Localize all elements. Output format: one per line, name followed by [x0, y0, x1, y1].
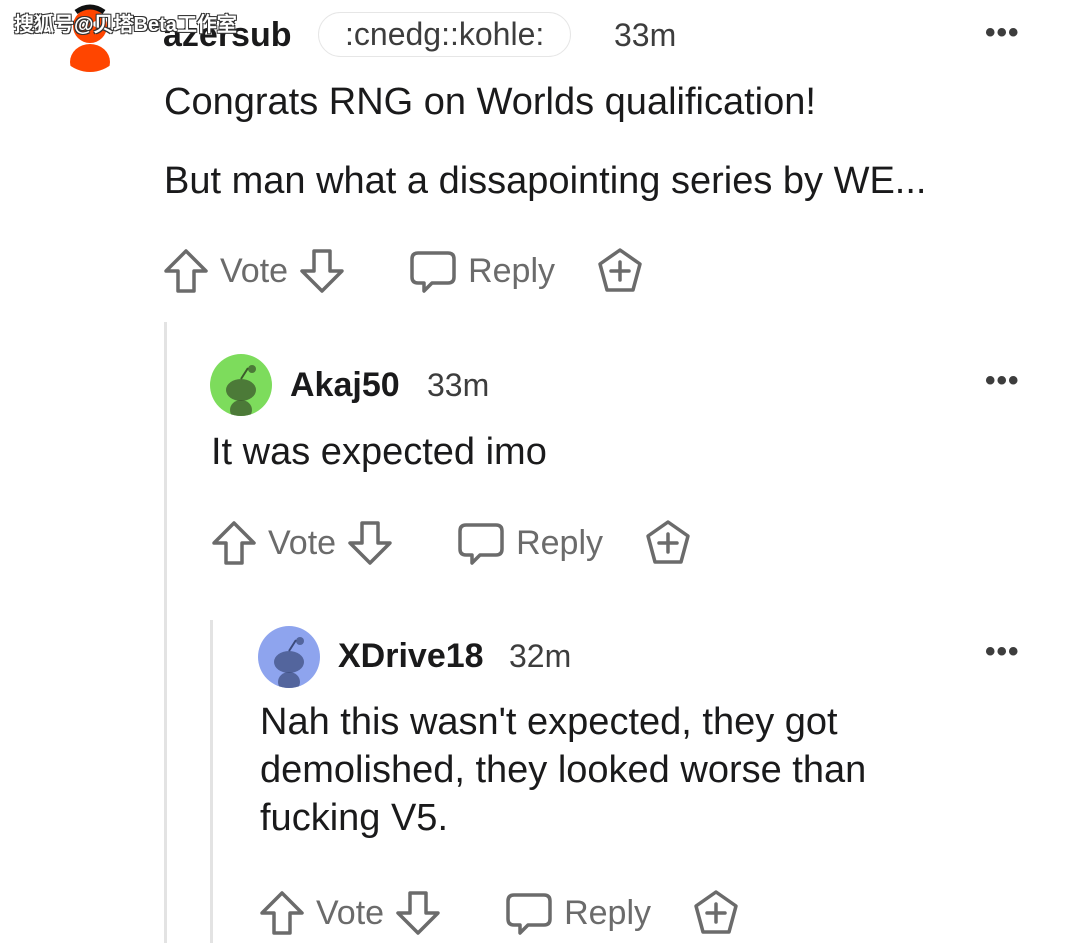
snoo-avatar-icon [226, 365, 256, 416]
award-plus-icon [694, 890, 738, 934]
downvote-button[interactable] [346, 519, 394, 567]
downvote-button[interactable] [394, 889, 442, 937]
upvote-arrow-icon [212, 521, 256, 565]
comment-actions: Vote Reply [162, 246, 645, 296]
comment-body-line: It was expected imo [211, 431, 547, 473]
vote-label: Vote [268, 523, 337, 562]
upvote-arrow-icon [164, 249, 208, 293]
more-options-button[interactable]: ••• [985, 635, 1020, 669]
upvote-button[interactable] [258, 889, 306, 937]
user-flair: :cnedg::kohle: [318, 12, 572, 57]
comment-actions: Vote Reply [258, 888, 741, 938]
comment-username[interactable]: XDrive18 [338, 637, 484, 676]
reply-label: Reply [564, 893, 652, 932]
vote-label: Vote [316, 893, 385, 932]
downvote-arrow-icon [396, 891, 440, 935]
comment-body-line: But man what a dissapointing series by W… [164, 160, 927, 202]
reply-button[interactable]: Reply [456, 519, 613, 567]
upvote-arrow-icon [260, 891, 304, 935]
reply-bubble-icon [410, 251, 456, 293]
avatar[interactable] [258, 626, 320, 688]
reply-label: Reply [468, 251, 556, 290]
award-button[interactable] [691, 888, 741, 938]
reply-bubble-icon [506, 893, 552, 935]
comment-timestamp: 33m [614, 17, 677, 53]
comment-2: Akaj50 33m ••• It was expected imo Vote … [0, 340, 1075, 580]
downvote-arrow-icon [348, 521, 392, 565]
award-button[interactable] [595, 246, 645, 296]
snoo-avatar-icon [274, 637, 304, 688]
downvote-arrow-icon [300, 249, 344, 293]
comment-3: XDrive18 32m ••• Nah this wasn't expecte… [0, 620, 1075, 943]
more-options-button[interactable]: ••• [985, 364, 1020, 398]
comment-body-line: Congrats RNG on Worlds qualification! [164, 81, 816, 123]
more-options-button[interactable]: ••• [985, 16, 1020, 50]
avatar[interactable] [210, 354, 272, 416]
reply-bubble-icon [458, 523, 504, 565]
award-button[interactable] [643, 518, 693, 568]
reply-label: Reply [516, 523, 604, 562]
watermark-text: 搜狐号@贝塔Beta工作室 [14, 14, 237, 36]
upvote-button[interactable] [210, 519, 258, 567]
comment-timestamp: 32m [509, 638, 572, 674]
upvote-button[interactable] [162, 247, 210, 295]
comment-actions: Vote Reply [210, 518, 693, 568]
reply-button[interactable]: Reply [408, 247, 565, 295]
comment-username[interactable]: Akaj50 [290, 366, 400, 405]
comment-timestamp: 33m [427, 367, 490, 403]
downvote-button[interactable] [298, 247, 346, 295]
award-plus-icon [646, 520, 690, 564]
vote-label: Vote [220, 251, 289, 290]
reply-button[interactable]: Reply [504, 889, 661, 937]
award-plus-icon [598, 248, 642, 292]
comment-1: azersub :cnedg::kohle: 33m ••• Congrats … [0, 0, 1075, 320]
comment-body: Nah this wasn't expected, they got demol… [260, 701, 867, 839]
